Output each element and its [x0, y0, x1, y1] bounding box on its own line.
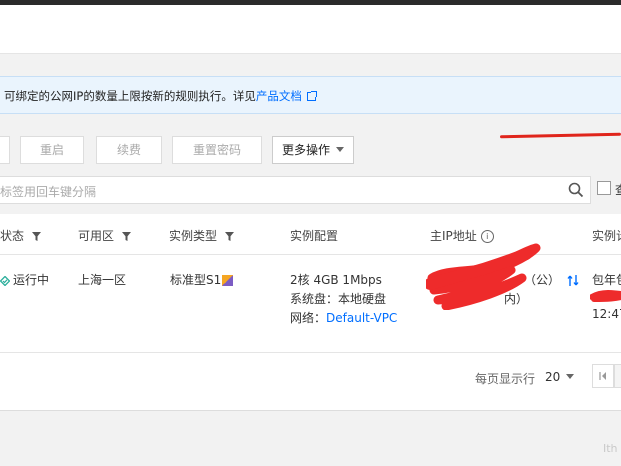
page-size-select[interactable]: 20: [545, 370, 575, 384]
caret-down-icon: [336, 147, 344, 152]
red-redaction-scribble-small: [590, 290, 621, 302]
instance-type-text: 标准型S1: [170, 273, 222, 287]
header-status-label: 状态: [0, 229, 25, 243]
red-annotation-stroke: [499, 132, 621, 139]
zone-cell: 上海一区: [78, 273, 127, 287]
header-zone[interactable]: 可用区: [78, 227, 131, 244]
watermark: Ith: [603, 442, 618, 455]
instance-type-cell: 标准型S1: [170, 271, 234, 288]
caret-down-icon: [566, 374, 575, 379]
checkbox[interactable]: [597, 181, 611, 195]
swap-icon[interactable]: [567, 274, 579, 287]
billing-line-2: 12:47: [592, 307, 621, 321]
reset-password-button[interactable]: 重置密码: [172, 136, 262, 164]
search-icon[interactable]: [568, 182, 584, 198]
partial-left-button[interactable]: [0, 136, 10, 164]
search-input[interactable]: 标签用回车键分隔: [0, 183, 96, 200]
header-config: 实例配置: [290, 229, 339, 243]
product-docs-link[interactable]: 产品文档: [256, 89, 302, 103]
search-box[interactable]: 标签用回车键分隔: [0, 176, 591, 204]
prev-page-button[interactable]: [614, 364, 621, 388]
status-cell: 运行中: [0, 271, 49, 288]
notice-text-wrap: 可绑定的公网IP的数量上限按新的规则执行。详见产品文档: [4, 88, 317, 104]
filter-icon[interactable]: [121, 232, 131, 241]
renew-button[interactable]: 续费: [96, 136, 162, 164]
config-line-1: 2核 4GB 1Mbps: [290, 273, 382, 287]
header-zone-label: 可用区: [78, 229, 115, 243]
page-size-value: 20: [545, 370, 561, 384]
header-instance-type-label: 实例类型: [169, 229, 218, 243]
config-network: 网络：Default-VPC: [290, 309, 397, 326]
header-billing: 实例计: [592, 229, 621, 243]
page-size-label: 每页显示行: [475, 372, 536, 386]
notice-banner: 可绑定的公网IP的数量上限按新的规则执行。详见产品文档: [0, 76, 621, 114]
checkbox-label: 查: [615, 181, 621, 198]
instance-badge-icon: [222, 275, 234, 286]
billing-line-1: 包年包: [592, 273, 621, 287]
red-redaction-scribble: [426, 243, 541, 310]
row-divider: [0, 352, 621, 353]
restart-button[interactable]: 重启: [20, 136, 84, 164]
running-status-icon: [0, 275, 10, 286]
network-label: 网络：: [290, 311, 327, 325]
more-actions-label: 更多操作: [281, 143, 330, 157]
first-page-icon: [599, 372, 606, 380]
first-page-button[interactable]: [592, 364, 614, 388]
external-link-icon[interactable]: [306, 91, 317, 101]
status-text: 运行中: [13, 273, 50, 287]
vpc-link[interactable]: Default-VPC: [326, 311, 397, 325]
header-status[interactable]: 状态: [0, 227, 41, 244]
config-line-2: 系统盘：本地硬盘: [290, 292, 387, 306]
header-instance-type[interactable]: 实例类型: [169, 227, 234, 244]
notice-message: 可绑定的公网IP的数量上限按新的规则执行。详见: [4, 89, 256, 103]
more-actions-dropdown[interactable]: 更多操作: [272, 136, 354, 164]
filter-icon[interactable]: [224, 232, 234, 241]
header-area: [0, 5, 621, 54]
filter-icon[interactable]: [31, 232, 41, 241]
